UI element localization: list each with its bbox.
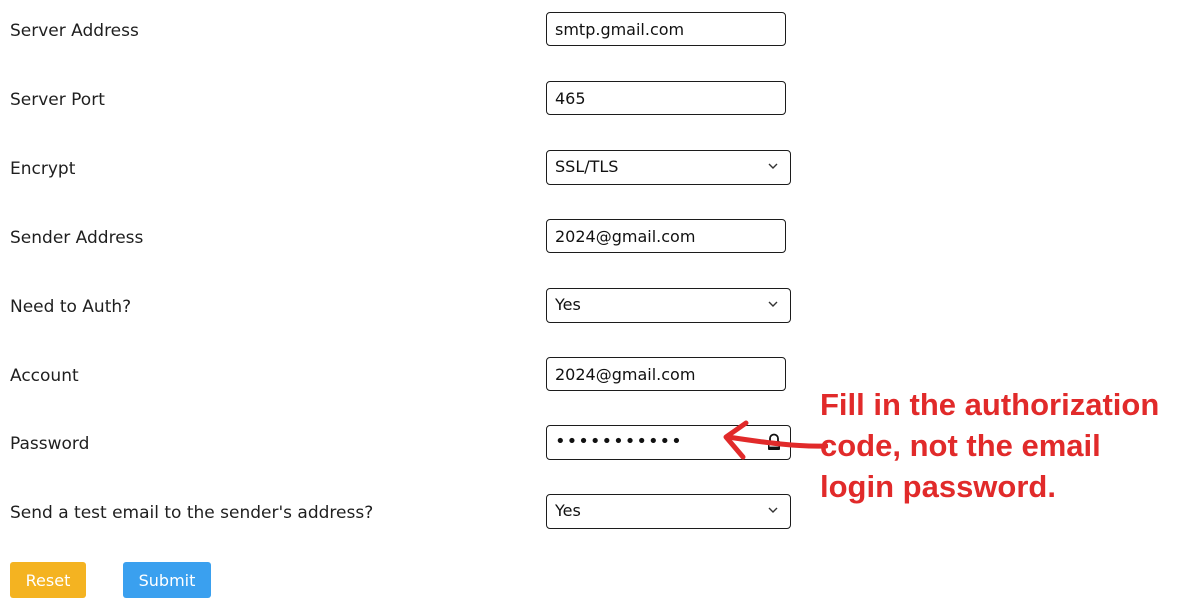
need-auth-label: Need to Auth? (10, 297, 132, 317)
sender-address-row: Sender Address (0, 219, 800, 257)
chevron-down-icon[interactable] (767, 159, 779, 173)
send-test-email-select[interactable]: Yes (546, 494, 791, 529)
account-row: Account (0, 357, 800, 395)
need-auth-select-box[interactable] (546, 288, 791, 323)
annotation-line-2: code, not the email (820, 428, 1101, 463)
server-address-row: Server Address (0, 12, 800, 50)
annotation-line-1: Fill in the authorization (820, 387, 1160, 422)
annotation-arrow-icon (723, 420, 828, 460)
server-address-label: Server Address (10, 21, 139, 41)
encrypt-select[interactable]: SSL/TLS (546, 150, 791, 185)
encrypt-row: Encrypt SSL/TLS (0, 150, 800, 188)
reset-button[interactable]: Reset (10, 562, 86, 598)
encrypt-label: Encrypt (10, 159, 76, 179)
server-port-label: Server Port (10, 90, 105, 110)
chevron-down-icon[interactable] (767, 503, 779, 517)
server-port-input[interactable] (546, 81, 786, 115)
submit-button[interactable]: Submit (123, 562, 211, 598)
chevron-down-icon[interactable] (767, 297, 779, 311)
password-label: Password (10, 434, 90, 454)
encrypt-select-value: SSL/TLS (555, 157, 619, 176)
server-port-row: Server Port (0, 81, 800, 119)
account-label: Account (10, 366, 79, 386)
annotation-note: Fill in the authorization code, not the … (820, 384, 1200, 507)
need-auth-row: Need to Auth? Yes (0, 288, 800, 326)
need-auth-select[interactable]: Yes (546, 288, 791, 323)
password-masked-value: ••••••••••• (555, 431, 683, 452)
send-test-email-row: Send a test email to the sender's addres… (0, 494, 800, 532)
password-row: Password ••••••••••• (0, 425, 800, 463)
sender-address-label: Sender Address (10, 228, 144, 248)
server-address-input[interactable] (546, 12, 786, 46)
sender-address-input[interactable] (546, 219, 786, 253)
email-settings-form: Server Address Server Port Encrypt SSL/T… (0, 0, 1200, 598)
send-test-email-select-box[interactable] (546, 494, 791, 529)
send-test-email-label: Send a test email to the sender's addres… (10, 503, 374, 523)
send-test-email-select-value: Yes (555, 501, 581, 520)
account-input[interactable] (546, 357, 786, 391)
need-auth-select-value: Yes (555, 295, 581, 314)
annotation-line-3: login password. (820, 469, 1056, 504)
